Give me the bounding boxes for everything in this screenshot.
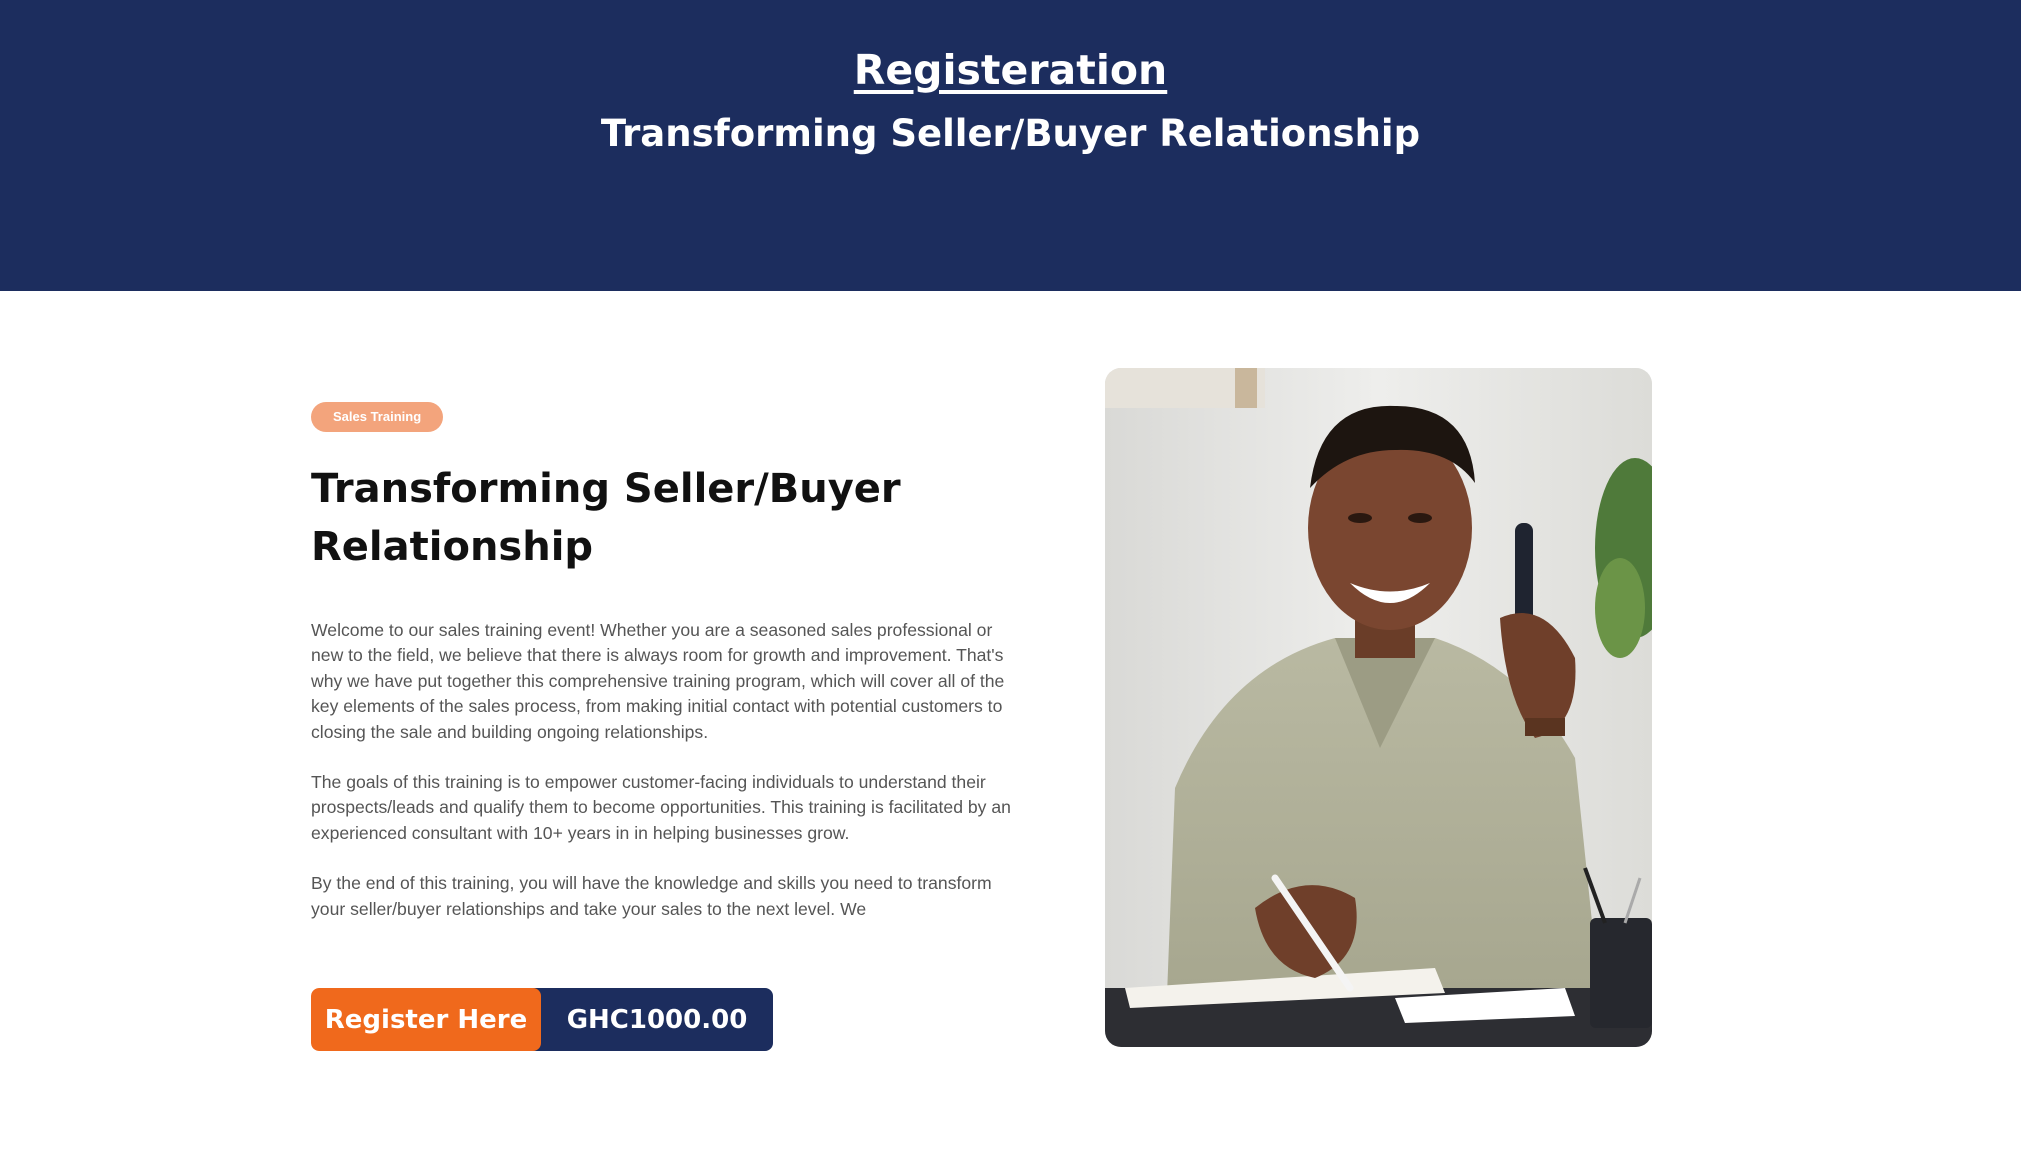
- hero-banner: Registeration Transforming Seller/Buyer …: [0, 0, 2021, 291]
- register-button[interactable]: Register Here: [311, 988, 541, 1051]
- page-title: Registeration: [853, 46, 1168, 94]
- register-cta: Register Here GHC1000.00: [311, 988, 773, 1051]
- description-paragraph: By the end of this training, you will ha…: [311, 873, 992, 919]
- page-subtitle: Transforming Seller/Buyer Relationship: [600, 112, 1421, 155]
- description-paragraph: Welcome to our sales training event! Whe…: [311, 620, 1005, 742]
- event-details: Sales Training Transforming Seller/Buyer…: [311, 402, 1016, 922]
- price-tag: GHC1000.00: [533, 988, 773, 1051]
- photo-illustration: [1105, 368, 1652, 1047]
- man-on-phone-photo: [1105, 368, 1652, 1047]
- category-badge: Sales Training: [311, 402, 444, 432]
- description-paragraph: The goals of this training is to empower…: [311, 772, 1011, 843]
- event-heading: Transforming Seller/Buyer Relationship: [311, 466, 901, 570]
